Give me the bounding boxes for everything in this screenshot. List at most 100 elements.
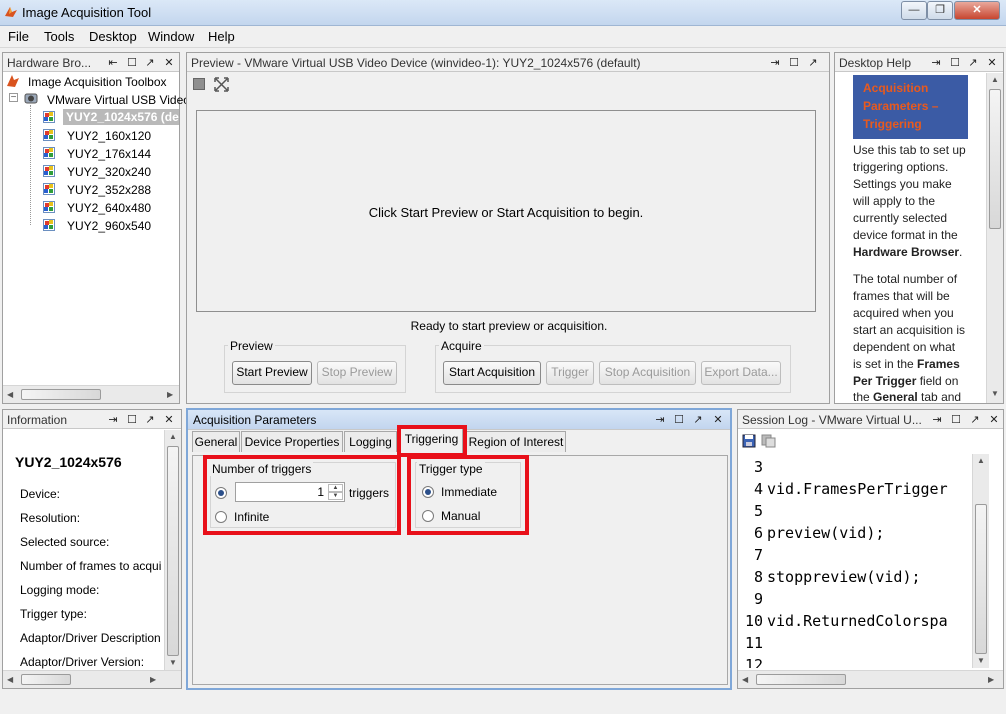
tab-logging[interactable]: Logging <box>344 431 397 452</box>
pin-icon[interactable]: ⇥ <box>931 413 943 426</box>
vertical-scrollbar[interactable]: ▲ ▼ <box>164 430 181 670</box>
scroll-thumb[interactable] <box>756 674 846 685</box>
help-heading-line: Parameters – <box>863 99 939 113</box>
maximize-icon[interactable]: ☐ <box>126 413 138 426</box>
pin-icon[interactable]: ⇥ <box>107 413 119 426</box>
menu-tools[interactable]: Tools <box>44 29 74 44</box>
menu-help[interactable]: Help <box>208 29 235 44</box>
close-panel-icon[interactable]: ✕ <box>163 56 175 69</box>
close-panel-icon[interactable]: ✕ <box>986 56 998 69</box>
undock-icon[interactable]: ⇥ <box>769 56 781 69</box>
log-line-number: 11 <box>744 634 763 652</box>
restore-button[interactable]: ❐ <box>927 1 953 20</box>
tree-root-toolbox[interactable]: Image Acquisition Toolbox <box>28 75 167 89</box>
save-icon[interactable] <box>742 434 756 448</box>
tree-format[interactable]: YUY2_640x480 <box>67 201 151 215</box>
close-panel-icon[interactable]: ✕ <box>988 413 1000 426</box>
close-panel-icon[interactable]: ✕ <box>712 413 724 426</box>
desktop-help-panel: Desktop Help ⇥ ☐ ↗ ✕ Acquisition Paramet… <box>834 52 1004 404</box>
trigger-button[interactable]: Trigger <box>546 361 594 385</box>
maximize-icon[interactable]: ☐ <box>673 413 685 426</box>
tree-format[interactable]: YUY2_176x144 <box>67 147 151 161</box>
desktop-help-header: Desktop Help ⇥ ☐ ↗ ✕ <box>835 53 1003 72</box>
horizontal-scrollbar[interactable]: ◀ ▶ <box>3 385 179 403</box>
scroll-thumb[interactable] <box>989 89 1001 229</box>
vertical-scrollbar[interactable]: ▲ ▼ <box>972 454 989 668</box>
tree-format[interactable]: YUY2_320x240 <box>67 165 151 179</box>
information-panel: Information ⇥ ☐ ↗ ✕ YUY2_1024x576 Device… <box>2 409 182 689</box>
scroll-left-icon[interactable]: ◀ <box>7 390 13 399</box>
scroll-down-icon[interactable]: ▼ <box>169 658 177 667</box>
horizontal-scrollbar[interactable]: ◀ ▶ <box>738 670 1003 688</box>
help-bold: Per Trigger <box>853 374 917 388</box>
scroll-right-icon[interactable]: ▶ <box>167 390 173 399</box>
scroll-left-icon[interactable]: ◀ <box>7 675 13 684</box>
minimize-button[interactable]: — <box>901 1 927 20</box>
maximize-icon[interactable]: ☐ <box>950 413 962 426</box>
scroll-thumb[interactable] <box>975 504 987 654</box>
help-text: . <box>959 245 963 259</box>
collapse-icon[interactable]: − <box>9 93 18 103</box>
session-log-panel: Session Log - VMware Virtual U... ⇥ ☐ ↗ … <box>737 409 1004 689</box>
stop-icon[interactable] <box>193 78 205 90</box>
start-acquisition-button[interactable]: Start Acquisition <box>443 361 541 385</box>
copy-icon[interactable] <box>761 434 777 448</box>
tree-format[interactable]: YUY2_160x120 <box>67 129 151 143</box>
stop-acquisition-button[interactable]: Stop Acquisition <box>599 361 696 385</box>
scroll-thumb[interactable] <box>21 674 71 685</box>
undock-icon[interactable]: ⇤ <box>107 56 119 69</box>
scroll-right-icon[interactable]: ▶ <box>150 675 156 684</box>
tree-format[interactable]: YUY2_352x288 <box>67 183 151 197</box>
horizontal-scrollbar[interactable]: ◀ ▶ <box>3 670 181 688</box>
float-icon[interactable]: ↗ <box>144 413 156 426</box>
undock-icon[interactable]: ⇥ <box>930 56 942 69</box>
tab-device-properties[interactable]: Device Properties <box>241 431 343 452</box>
float-icon[interactable]: ↗ <box>967 56 979 69</box>
close-panel-icon[interactable]: ✕ <box>163 413 175 426</box>
maximize-icon[interactable]: ☐ <box>949 56 961 69</box>
log-line-number: 9 <box>753 590 763 608</box>
log-line-number: 12 <box>744 656 763 668</box>
export-data-button[interactable]: Export Data... <box>701 361 781 385</box>
menu-desktop[interactable]: Desktop <box>89 29 137 44</box>
scroll-right-icon[interactable]: ▶ <box>988 675 994 684</box>
scroll-down-icon[interactable]: ▼ <box>977 656 985 665</box>
tree-format[interactable]: YUY2_960x540 <box>67 219 151 233</box>
tab-general[interactable]: General <box>192 431 240 452</box>
float-icon[interactable]: ↗ <box>807 56 819 69</box>
vertical-scrollbar[interactable]: ▲ ▼ <box>986 73 1003 403</box>
tree-device[interactable]: VMware Virtual USB Video <box>47 93 190 107</box>
help-heading-line: Triggering <box>863 117 922 131</box>
float-icon[interactable]: ↗ <box>692 413 704 426</box>
fit-to-window-icon[interactable] <box>214 77 229 92</box>
maximize-icon[interactable]: ☐ <box>126 56 138 69</box>
maximize-icon[interactable]: ☐ <box>788 56 800 69</box>
help-text-line: Hardware Browser. <box>853 244 962 261</box>
scroll-up-icon[interactable]: ▲ <box>991 75 999 84</box>
scroll-left-icon[interactable]: ◀ <box>742 675 748 684</box>
float-icon[interactable]: ↗ <box>144 56 156 69</box>
menu-file[interactable]: File <box>8 29 29 44</box>
float-icon[interactable]: ↗ <box>969 413 981 426</box>
scroll-up-icon[interactable]: ▲ <box>169 432 177 441</box>
scroll-thumb[interactable] <box>21 389 101 400</box>
camera-icon <box>24 93 38 104</box>
scroll-up-icon[interactable]: ▲ <box>977 456 985 465</box>
scroll-thumb[interactable] <box>167 446 179 656</box>
start-preview-button[interactable]: Start Preview <box>232 361 312 385</box>
info-field-label: Adaptor/Driver Version: <box>20 655 145 669</box>
pin-icon[interactable]: ⇥ <box>654 413 666 426</box>
log-line-code: preview(vid); <box>767 524 885 542</box>
menu-window[interactable]: Window <box>148 29 194 44</box>
tree-format-selected[interactable]: YUY2_1024x576 (de <box>63 109 179 125</box>
window-title: Image Acquisition Tool <box>22 5 152 20</box>
stop-preview-button[interactable]: Stop Preview <box>317 361 397 385</box>
tab-region-of-interest[interactable]: Region of Interest <box>466 431 566 452</box>
scroll-down-icon[interactable]: ▼ <box>991 389 999 398</box>
help-text: will apply to the <box>853 194 936 208</box>
tree-line <box>30 105 31 225</box>
close-window-button[interactable]: ✕ <box>954 1 1000 20</box>
log-line-number: 4 <box>753 480 763 498</box>
info-field-label: Number of frames to acqui <box>20 559 162 573</box>
help-heading-box: Acquisition Parameters – Triggering <box>853 75 968 139</box>
